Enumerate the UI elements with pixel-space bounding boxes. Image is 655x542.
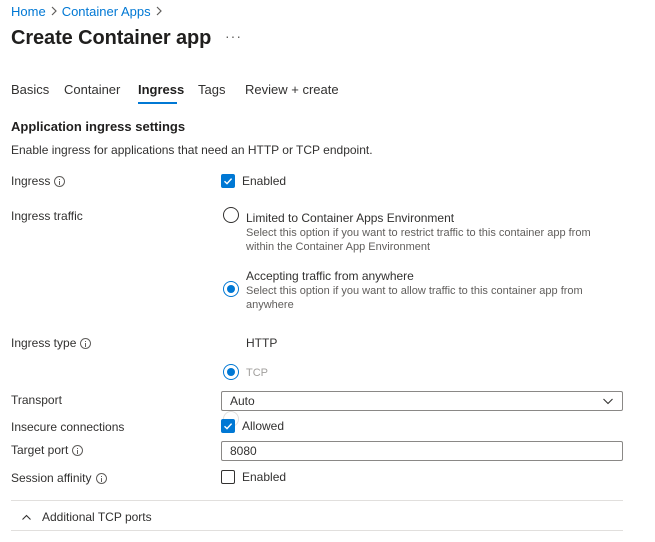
additional-tcp-ports-label: Additional TCP ports (42, 510, 152, 524)
ingress-label: Ingress (11, 174, 66, 188)
divider (11, 530, 623, 531)
page-title: Create Container app (11, 27, 212, 49)
ingress-label-text: Ingress (11, 174, 51, 188)
info-icon[interactable] (72, 444, 84, 456)
breadcrumb-container-apps-link[interactable]: Container Apps (62, 4, 151, 19)
transport-label: Transport (11, 393, 62, 407)
section-description: Enable ingress for applications that nee… (11, 143, 373, 157)
insecure-connections-label: Insecure connections (11, 420, 125, 434)
radio-limited-to-environment[interactable] (223, 207, 239, 223)
divider (11, 500, 623, 501)
info-icon[interactable] (54, 175, 66, 187)
checkbox-checked-icon[interactable] (221, 419, 235, 433)
ingress-type-label: Ingress type (11, 336, 92, 350)
ingress-type-label-text: Ingress type (11, 336, 77, 350)
radio-http-label: HTTP (246, 336, 278, 350)
breadcrumb-home-link[interactable]: Home (11, 4, 46, 19)
target-port-input[interactable] (221, 441, 623, 461)
radio-limited-label: Limited to Container Apps Environment (246, 211, 455, 225)
radio-limited-description: Select this option if you want to restri… (246, 227, 591, 253)
transport-dropdown[interactable]: Auto (221, 391, 623, 411)
chevron-down-icon (603, 398, 613, 405)
transport-selected-value: Auto (230, 394, 255, 408)
info-icon[interactable] (80, 337, 92, 349)
more-options-button[interactable]: ··· (225, 28, 242, 44)
session-affinity-checkbox[interactable]: Enabled (221, 470, 286, 484)
session-affinity-label-text: Session affinity (11, 471, 92, 485)
breadcrumb: Home Container Apps (11, 3, 167, 19)
ingress-enabled-checkbox[interactable]: Enabled (221, 174, 286, 188)
target-port-label-text: Target port (11, 443, 69, 457)
target-port-label: Target port (11, 443, 84, 457)
active-tab-indicator (138, 102, 177, 104)
chevron-up-icon (22, 514, 31, 520)
radio-anywhere-label: Accepting traffic from anywhere (246, 269, 414, 283)
tab-container[interactable]: Container (64, 82, 120, 102)
radio-tcp-label: TCP (246, 367, 268, 379)
section-title: Application ingress settings (11, 119, 186, 134)
radio-anywhere-description: Select this option if you want to allow … (246, 285, 583, 311)
ingress-traffic-label: Ingress traffic (11, 209, 83, 223)
checkbox-unchecked-icon[interactable] (221, 470, 235, 484)
info-icon[interactable] (95, 472, 107, 484)
checkbox-checked-icon[interactable] (221, 174, 235, 188)
insecure-allowed-checkbox[interactable]: Allowed (221, 419, 284, 433)
ingress-enabled-label: Enabled (242, 174, 287, 188)
tab-review-create[interactable]: Review + create (245, 82, 339, 102)
tab-tags[interactable]: Tags (198, 82, 225, 102)
radio-http[interactable] (223, 364, 239, 380)
chevron-right-icon (152, 3, 166, 19)
session-affinity-label: Session affinity (11, 471, 107, 485)
session-affinity-enabled-label: Enabled (242, 470, 287, 484)
additional-tcp-ports-toggle[interactable]: Additional TCP ports (21, 510, 152, 524)
radio-accepting-from-anywhere[interactable] (223, 281, 239, 297)
chevron-right-icon (47, 3, 61, 19)
tab-ingress[interactable]: Ingress (138, 82, 184, 102)
insecure-allowed-label: Allowed (242, 419, 285, 433)
tab-basics[interactable]: Basics (11, 82, 49, 102)
